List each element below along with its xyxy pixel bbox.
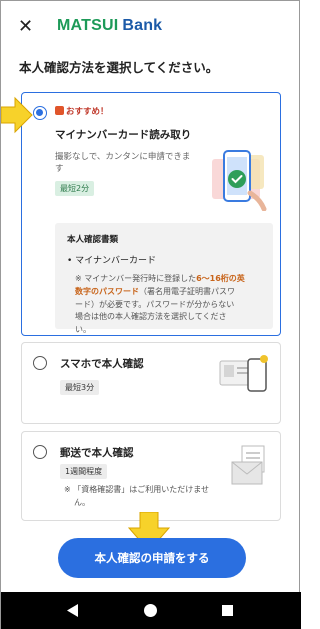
home-icon[interactable] [144, 604, 157, 617]
back-icon[interactable] [67, 604, 79, 617]
radio-mynumber[interactable] [33, 106, 47, 120]
phone-check-icon [212, 150, 267, 211]
option-title: マイナンバーカード読み取り [55, 129, 192, 141]
document-heading: 本人確認書類 [67, 235, 119, 245]
option-smartphone[interactable]: スマホで本人確認 最短3分 [21, 342, 281, 424]
submit-verification-button[interactable]: 本人確認の申請をする [58, 538, 246, 578]
option-description: 撮影なしで、カンタンに申請できま す [55, 152, 191, 175]
document-info-box: 本人確認書類 • マイナンバーカード ※ マイナンバー発行時に登録した6〜16桁… [55, 223, 273, 334]
envelope-icon [231, 445, 265, 485]
page-title: 本人確認方法を選択してください。 [19, 60, 219, 75]
close-icon[interactable]: ✕ [18, 16, 33, 37]
time-badge: 1週間程度 [60, 464, 108, 479]
logo-bank: Bank [122, 17, 163, 34]
radio-smartphone[interactable] [33, 356, 47, 370]
option-mynumber-card[interactable]: おすすめ！ マイナンバーカード読み取り 撮影なしで、カンタンに申請できま す 最… [21, 92, 281, 336]
option-title: 郵送で本人確認 [60, 447, 134, 459]
recent-apps-icon[interactable] [222, 605, 233, 616]
document-note: ※ マイナンバー発行時に登録した6〜16桁の英 数字のパスワード（署名用電子証明… [75, 274, 245, 335]
bank-logo: MATSUI Bank [57, 17, 162, 35]
recommend-label: おすすめ！ [55, 105, 109, 117]
id-card-phone-icon [219, 355, 268, 392]
mail-note: ※ 「資格確認書」はご利用いただけませ ん。 [64, 485, 210, 507]
pointer-arrow-right-icon [1, 96, 33, 134]
time-badge: 最短3分 [60, 380, 100, 395]
document-item: • マイナンバーカード [67, 256, 156, 266]
logo-matsui: MATSUI [57, 17, 119, 34]
option-title: スマホで本人確認 [60, 358, 144, 370]
thumbs-up-icon [55, 106, 64, 115]
system-nav-bar [1, 592, 301, 629]
radio-mail[interactable] [33, 445, 47, 459]
app-header: ✕ MATSUI Bank [1, 1, 301, 59]
option-mail[interactable]: 郵送で本人確認 1週間程度 ※ 「資格確認書」はご利用いただけませ ん。 [21, 431, 281, 521]
time-badge: 最短2分 [55, 181, 95, 196]
